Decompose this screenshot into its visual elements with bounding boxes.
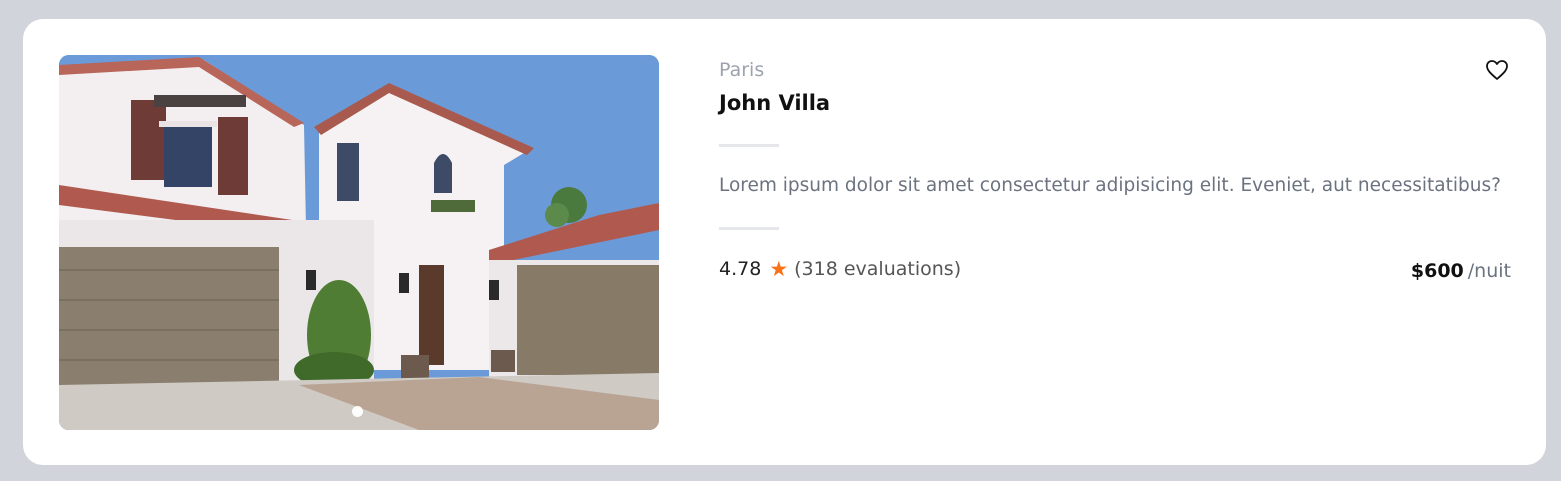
listing-location: Paris <box>719 59 765 81</box>
review-count: (318 evaluations) <box>794 258 962 280</box>
rating: 4.78 ★ (318 evaluations) <box>719 258 961 280</box>
heart-outline-icon <box>1486 60 1508 80</box>
carousel-dot-active[interactable] <box>352 406 363 417</box>
price-unit: /nuit <box>1467 260 1511 282</box>
price: $600/nuit <box>1411 260 1511 282</box>
listing-info: Paris John Villa Lorem ipsum dolor sit a… <box>719 55 1511 430</box>
listing-title[interactable]: John Villa <box>719 91 830 115</box>
favorite-button[interactable] <box>1485 59 1509 81</box>
star-icon: ★ <box>769 256 789 281</box>
divider <box>719 144 779 147</box>
price-value: $600 <box>1410 260 1464 282</box>
listing-description: Lorem ipsum dolor sit amet consectetur a… <box>719 175 1501 196</box>
listing-card[interactable]: Paris John Villa Lorem ipsum dolor sit a… <box>23 19 1546 465</box>
divider <box>719 227 779 230</box>
rating-value: 4.78 <box>719 258 762 280</box>
listing-photo[interactable] <box>59 55 659 430</box>
